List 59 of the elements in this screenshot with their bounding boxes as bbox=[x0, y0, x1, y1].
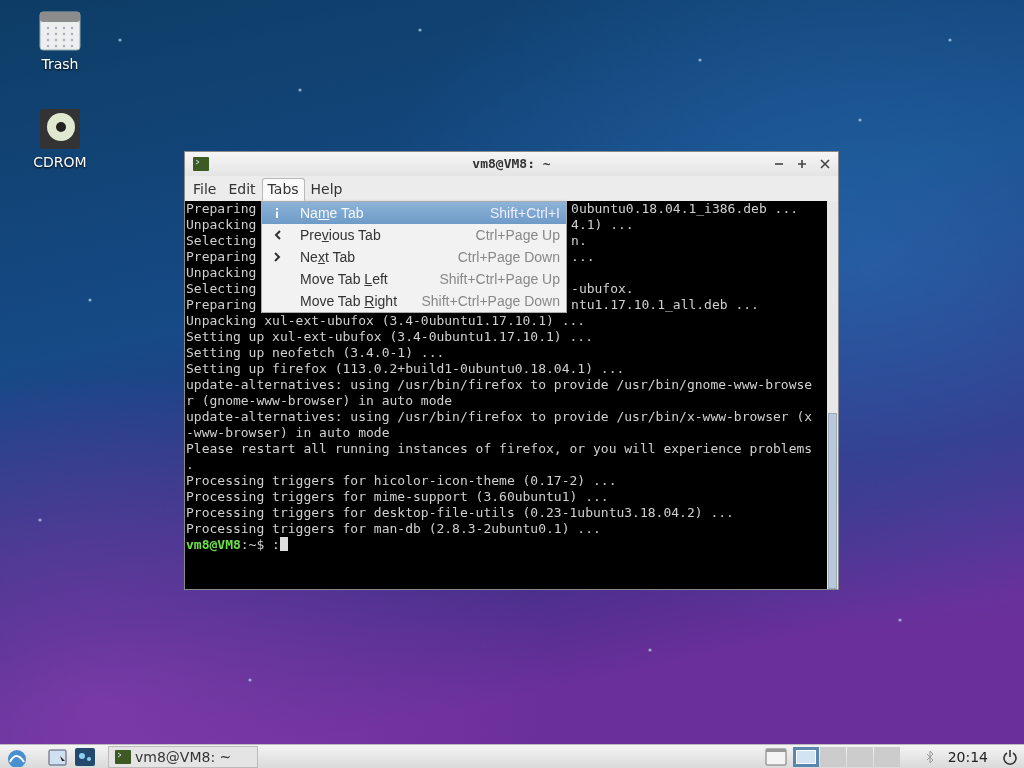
prompt-user: vm8@VM8 bbox=[186, 537, 241, 552]
terminal-line: r (gnome-www-browser) in auto mode bbox=[186, 393, 453, 408]
terminal-icon bbox=[115, 749, 131, 764]
clock[interactable]: 20:14 bbox=[947, 748, 988, 765]
terminal-line: n. bbox=[571, 233, 587, 249]
screen-icon[interactable] bbox=[74, 746, 96, 767]
terminal-line: Preparing bbox=[186, 201, 257, 217]
terminal-line: Processing triggers for desktop-file-utils (0.23-1ubuntu3.18.04.2) ... bbox=[186, 505, 734, 520]
terminal-line: 0ubuntu0.18.04.1_i386.deb ... bbox=[571, 201, 799, 217]
terminal-line: Selecting bbox=[186, 233, 257, 249]
trash-icon[interactable] bbox=[39, 8, 81, 52]
terminal-line: Preparing bbox=[186, 249, 257, 265]
terminal-line: Setting up firefox (113.0.2+build1-0ubuntu0.18.04.1) ... bbox=[186, 361, 625, 376]
terminal-icon bbox=[193, 157, 209, 171]
window-list-icon[interactable] bbox=[764, 747, 787, 766]
workspace-button[interactable] bbox=[792, 746, 819, 767]
terminal-line: -www-browser) in auto mode bbox=[186, 425, 390, 440]
close-icon[interactable] bbox=[820, 159, 830, 169]
menu-entry[interactable]: Previous Tab Ctrl+Page Up bbox=[262, 224, 566, 246]
terminal-line: Processing triggers for mime-support (3.60ubuntu1) ... bbox=[186, 489, 609, 504]
window-title: vm8@VM8: ~ bbox=[472, 156, 551, 171]
chevron-left-icon bbox=[273, 230, 281, 240]
menu-item[interactable]: Edit bbox=[222, 178, 262, 201]
power-icon[interactable] bbox=[1002, 748, 1018, 765]
terminal-line: Unpacking bbox=[186, 265, 257, 280]
terminal-line: 4.1) ... bbox=[571, 217, 634, 233]
menu-item[interactable]: Tabs bbox=[261, 178, 305, 201]
terminal-line: Unpacking bbox=[186, 217, 257, 233]
taskbar-task[interactable]: vm8@VM8: ~ bbox=[108, 745, 258, 768]
terminal-line: Unpacking xul-ext-ubufox (3.4-0ubuntu1.17.10.1) ... bbox=[186, 313, 586, 328]
terminal-line: Setting up neofetch (3.4.0-1) ... bbox=[186, 345, 445, 360]
terminal-line: Selecting bbox=[186, 281, 257, 297]
terminal-line: Setting up xul-ext-ubufox (3.4-0ubuntu1.17.10.1) ... bbox=[186, 329, 593, 344]
icon-label[interactable]: CDROM bbox=[33, 154, 87, 170]
folder-icon[interactable] bbox=[48, 747, 68, 766]
icon-label[interactable]: Trash bbox=[41, 56, 79, 72]
menu-entry[interactable]: Move Tab Right Shift+Ctrl+Page Down bbox=[262, 290, 566, 312]
terminal-line: . bbox=[186, 457, 194, 472]
maximize-icon[interactable] bbox=[797, 159, 807, 169]
scrollbar-thumb[interactable] bbox=[828, 413, 837, 589]
menu-item[interactable]: File bbox=[187, 178, 223, 201]
terminal-line: Processing triggers for man-db (2.8.3-2ubuntu0.1) ... bbox=[186, 521, 601, 536]
terminal-line: Please restart all running instances of firefox, or you will experience problems bbox=[186, 441, 813, 456]
scrollbar[interactable] bbox=[827, 201, 838, 589]
chevron-right-icon bbox=[273, 252, 281, 262]
info-icon bbox=[275, 208, 279, 218]
text-cursor bbox=[279, 537, 288, 551]
menu-item[interactable]: Help bbox=[304, 178, 349, 201]
terminal-line: ntu1.17.10.1_all.deb ... bbox=[571, 297, 759, 313]
terminal-line: update-alternatives: using /usr/bin/firefox to provide /usr/bin/gnome-www-browse bbox=[186, 377, 813, 392]
terminal-line: Preparing bbox=[186, 297, 257, 313]
terminal-line: ... bbox=[571, 249, 595, 265]
bluetooth-icon[interactable] bbox=[925, 749, 934, 764]
terminal-line: Processing triggers for hicolor-icon-theme (0.17-2) ... bbox=[186, 473, 617, 488]
terminal-line: update-alternatives: using /usr/bin/firefox to provide /usr/bin/x-www-browser (x bbox=[186, 409, 813, 424]
prompt-text: :~$ : bbox=[240, 537, 280, 552]
menu-entry[interactable]: Move Tab Left Shift+Ctrl+Page Up bbox=[262, 268, 566, 290]
menu-entry[interactable]: Next Tab Ctrl+Page Down bbox=[262, 246, 566, 268]
terminal-line: -ubufox. bbox=[571, 281, 634, 297]
